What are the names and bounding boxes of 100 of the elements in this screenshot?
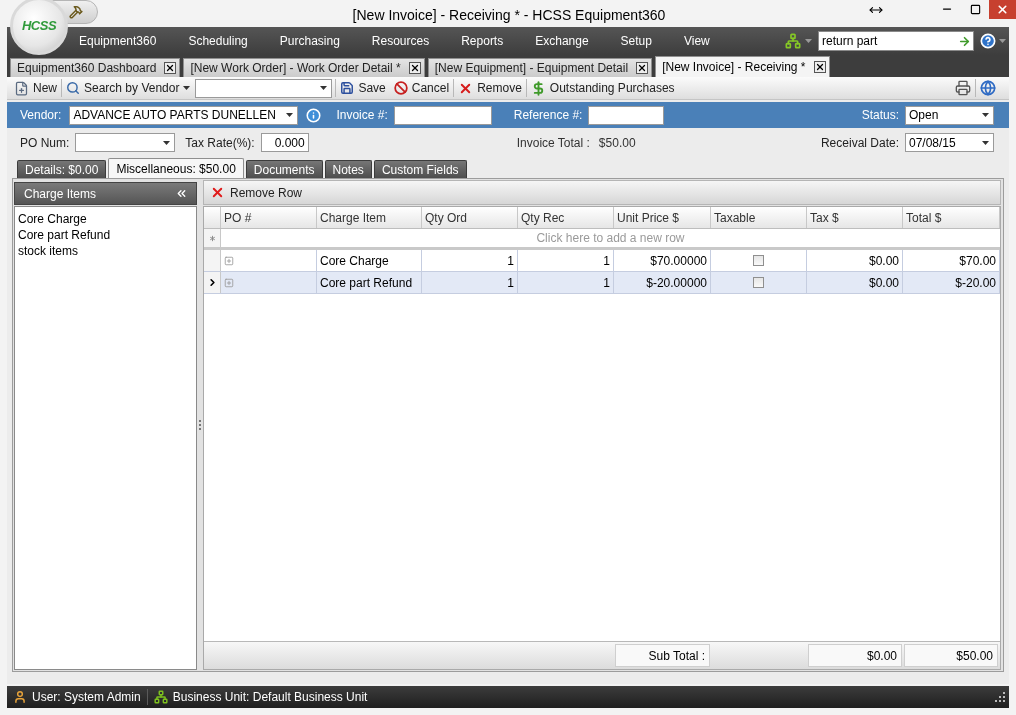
menu-item[interactable]: Resources: [363, 30, 438, 52]
column-header[interactable]: Tax $: [807, 207, 903, 228]
receival-date-combo[interactable]: 07/08/15: [905, 133, 994, 152]
grid-row[interactable]: Core part Refund 1 1 $-20.00000 $0.00 $-20.00: [204, 272, 1000, 294]
reference-number-field[interactable]: [588, 105, 665, 125]
outstanding-purchases-button[interactable]: Outstanding Purchases: [529, 78, 676, 98]
status-text: Business Unit: Default Business Unit: [172, 689, 368, 706]
detail-tab[interactable]: Details: $0.00: [17, 160, 107, 178]
help-icon: [980, 33, 996, 49]
globe-icon: [980, 80, 996, 96]
document-tab[interactable]: [New Equipment] - Equipment Detail: [427, 58, 653, 77]
hammer-icon: [69, 5, 83, 19]
menu-item[interactable]: Reports: [453, 30, 512, 52]
receival-date-label: Receival Date:: [820, 134, 899, 152]
new-button[interactable]: New: [13, 78, 58, 98]
table-cell: $0.00: [807, 250, 903, 271]
info-icon[interactable]: [306, 107, 322, 123]
checkbox[interactable]: [753, 277, 764, 288]
table-cell: $-20.00000: [614, 272, 711, 293]
cancel-button[interactable]: Cancel: [392, 78, 451, 98]
column-header[interactable]: Qty Rec: [518, 207, 614, 228]
network-icon: [153, 690, 168, 704]
table-cell: 1: [422, 272, 518, 293]
menu-item[interactable]: View: [675, 30, 718, 52]
close-button[interactable]: [989, 0, 1016, 19]
grid-row[interactable]: Core Charge 1 1 $70.00000 $0.00 $70.00: [204, 250, 1000, 272]
table-cell: $70.00: [903, 250, 1000, 271]
network-menu-button[interactable]: [783, 31, 814, 51]
window-title: [New Invoice] - Receiving * - HCSS Equipment360: [352, 6, 666, 25]
close-icon[interactable]: [164, 62, 177, 74]
table-cell: $-20.00: [903, 272, 1000, 293]
search-field[interactable]: return part: [818, 31, 974, 51]
document-tab[interactable]: [New Invoice] - Receiving *: [655, 56, 830, 77]
table-cell: 1: [518, 272, 614, 293]
table-cell: $0.00: [807, 272, 903, 293]
list-item[interactable]: Core part Refund: [15, 227, 111, 243]
status-text: User: System Admin: [32, 689, 141, 706]
collapse-icon[interactable]: [175, 187, 188, 200]
menu-item[interactable]: Scheduling: [180, 30, 256, 52]
user-icon: [13, 690, 27, 704]
invoice-total-value: $50.00: [598, 134, 636, 152]
menu-item[interactable]: Purchasing: [271, 30, 348, 52]
status-combo[interactable]: Open: [905, 105, 994, 125]
table-cell: Core Charge: [317, 250, 422, 271]
close-icon[interactable]: [636, 62, 649, 74]
menu-item[interactable]: Exchange: [527, 30, 597, 52]
menu-item[interactable]: Equipment360: [71, 30, 165, 52]
cancel-icon: [393, 81, 408, 95]
document-tab[interactable]: Equipment360 Dashboard: [10, 58, 181, 77]
vendor-combo[interactable]: ADVANCE AUTO PARTS DUNELLEN: [69, 105, 299, 125]
new-document-icon: [14, 80, 29, 96]
po-num-combo[interactable]: [75, 133, 176, 152]
vendor-label: Vendor:: [20, 107, 62, 124]
menu-item[interactable]: Setup: [612, 30, 660, 52]
remove-row-button[interactable]: Remove Row: [210, 182, 303, 203]
save-button[interactable]: Save: [339, 78, 387, 98]
column-header[interactable]: Charge Item: [317, 207, 422, 228]
close-icon[interactable]: [408, 62, 421, 74]
document-tab[interactable]: [New Work Order] - Work Order Detail *: [183, 58, 425, 77]
vendor-search-combo[interactable]: [195, 78, 333, 98]
checkbox[interactable]: [753, 255, 764, 266]
list-item[interactable]: Core Charge: [15, 211, 87, 227]
help-button[interactable]: [980, 33, 1006, 49]
column-header[interactable]: Total $: [903, 207, 1000, 228]
detail-tab[interactable]: Miscellaneous: $50.00: [108, 158, 244, 178]
search-by-vendor-button[interactable]: Search by Vendor: [65, 78, 192, 98]
network-icon: [785, 33, 801, 49]
panel-title: Charge Items: [24, 185, 97, 203]
caret-icon: [163, 140, 171, 145]
detail-tab[interactable]: Notes: [324, 160, 372, 178]
resize-grip-icon[interactable]: [995, 692, 1005, 702]
column-header[interactable]: Qty Ord: [422, 207, 518, 228]
column-header[interactable]: Unit Price $: [614, 207, 711, 228]
maximize-icon: [969, 3, 981, 15]
remove-button[interactable]: Remove: [457, 78, 523, 98]
caret-icon: [320, 86, 328, 90]
tax-rate-label: Tax Rate(%):: [185, 134, 255, 152]
close-icon[interactable]: [813, 61, 826, 73]
web-button[interactable]: [979, 78, 997, 98]
table-cell: Core part Refund: [317, 272, 422, 293]
go-arrow-icon[interactable]: [958, 34, 971, 48]
invoice-number-field[interactable]: [393, 105, 492, 125]
reference-number-label: Reference #:: [513, 107, 583, 124]
footer-cell: $0.00: [808, 644, 902, 667]
caret-icon: [286, 113, 294, 117]
po-num-label: PO Num:: [20, 134, 70, 152]
column-header[interactable]: Taxable: [711, 207, 807, 228]
remove-icon: [210, 185, 225, 200]
table-cell: 1: [518, 250, 614, 271]
detail-tab[interactable]: Custom Fields: [373, 160, 467, 178]
detail-tab[interactable]: Documents: [245, 160, 323, 178]
column-header[interactable]: PO #: [221, 207, 317, 228]
caret-icon: [982, 140, 989, 145]
tax-rate-field[interactable]: 0.000: [260, 133, 309, 152]
caret-icon: [805, 39, 812, 43]
table-cell: $70.00000: [614, 250, 711, 271]
list-item[interactable]: stock items: [15, 243, 78, 259]
invoice-total-label: Invoice Total :: [516, 134, 590, 152]
print-button[interactable]: [954, 78, 972, 98]
search-icon: [66, 81, 80, 95]
